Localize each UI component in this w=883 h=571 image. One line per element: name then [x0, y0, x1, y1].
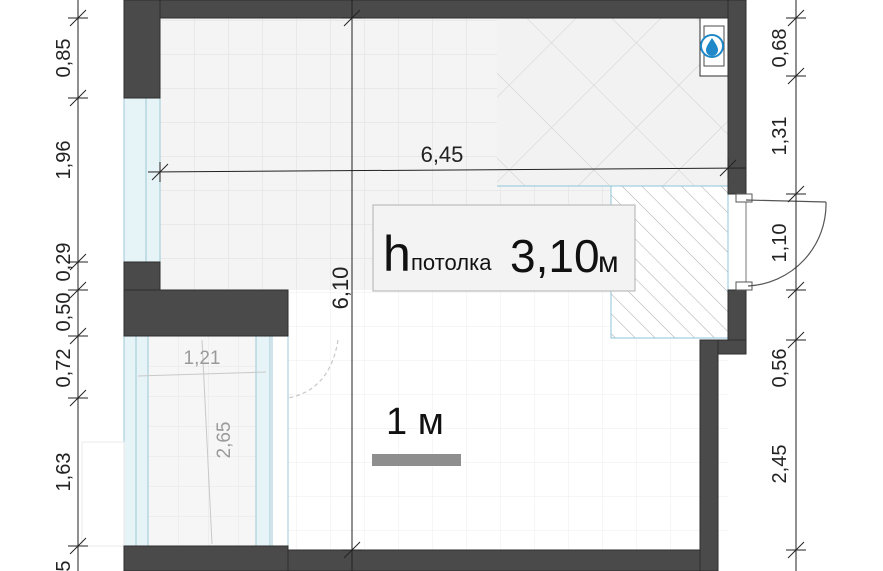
- ceiling-unit: м: [598, 246, 619, 279]
- scale-label: 1 м: [386, 401, 444, 443]
- dim-left-5: 1,63: [53, 453, 75, 492]
- ceiling-h: h: [383, 226, 411, 282]
- dim-left-3: 0,50: [53, 293, 75, 332]
- balcony-width-label: 1,21: [184, 348, 221, 369]
- dim-right-1: 1,31: [769, 117, 791, 156]
- dim-right-3: 0,56: [769, 349, 791, 388]
- ceiling-height-box: h потолка 3,10 м: [372, 204, 636, 292]
- dim-left-6: 5: [53, 560, 75, 571]
- balcony-length-label: 2,65: [214, 422, 235, 459]
- balcony-glazing-right-2: [271, 335, 289, 547]
- dim-left-1: 1,96: [53, 141, 75, 180]
- floor-plan: 0,85 1,96 0,29 0,50 0,72 1,63 5 0,68 1,3…: [53, 0, 827, 571]
- dim-left-4: 0,72: [53, 349, 75, 388]
- dim-right-2: 1,10: [769, 224, 791, 263]
- ceiling-value: 3,10: [510, 230, 600, 282]
- dim-left-2: 0,29: [53, 243, 75, 282]
- window-left: [123, 97, 161, 263]
- dim-left-0: 0,85: [53, 39, 75, 78]
- water-drop-icon: [700, 34, 724, 58]
- scale-bar-rect: [372, 454, 461, 466]
- balcony-glazing-right: [255, 335, 271, 547]
- room-width-label: 6,45: [421, 142, 464, 167]
- floor-kitchen-diagonal: [497, 18, 728, 186]
- room-length-label: 6,10: [328, 267, 353, 310]
- ceiling-label: потолка: [411, 250, 492, 275]
- dim-right-4: 2,45: [769, 445, 791, 484]
- dim-right-0: 0,68: [769, 29, 791, 68]
